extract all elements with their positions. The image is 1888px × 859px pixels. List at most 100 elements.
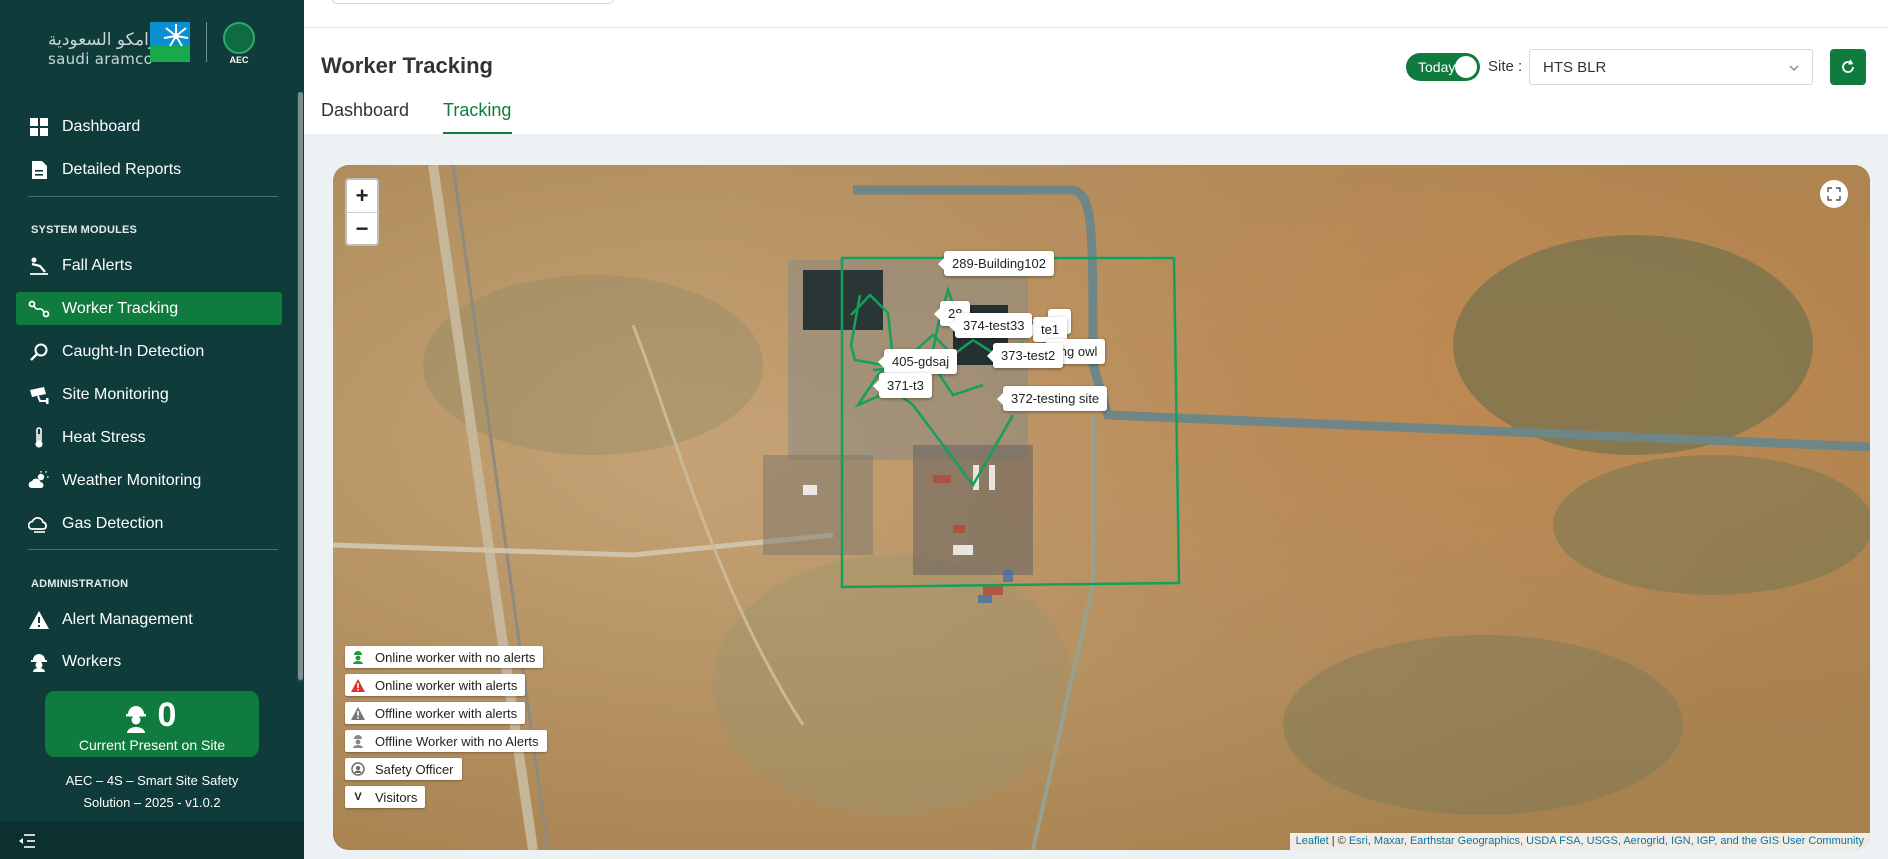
sidebar-item-label: Weather Monitoring: [62, 471, 202, 489]
sidebar-item-weather-monitoring[interactable]: Weather Monitoring: [16, 464, 282, 497]
sidebar-divider: [28, 196, 278, 197]
sidebar-item-label: Detailed Reports: [62, 160, 182, 178]
zoom-control: + −: [345, 178, 379, 246]
report-document-icon: [28, 159, 50, 181]
sidebar-item-label: Dashboard: [62, 117, 141, 135]
site-label-374-test33[interactable]: 374-test33: [948, 313, 1033, 338]
refresh-button[interactable]: [1830, 49, 1866, 85]
sidebar-item-worker-tracking[interactable]: Worker Tracking: [16, 292, 282, 325]
site-select-value: HTS BLR: [1543, 59, 1607, 76]
map-attribution: Leaflet | © Esri, Maxar, Earthstar Geogr…: [1289, 833, 1870, 850]
hardhat-worker-icon: [28, 651, 50, 673]
sidebar-item-label: Site Monitoring: [62, 385, 169, 403]
aramco-logo-icon: [150, 22, 190, 62]
sidebar-item-gas-detection[interactable]: Gas Detection: [16, 507, 282, 540]
site-label-289-building102[interactable]: 289-Building102: [938, 251, 1054, 276]
legend-label: Visitors: [375, 789, 418, 805]
safety-officer-icon: [351, 762, 365, 776]
sidebar-item-caught-in-detection[interactable]: Caught-In Detection: [16, 335, 282, 368]
fall-icon: [28, 255, 50, 277]
toggle-knob: [1455, 56, 1477, 78]
legend-label: Online worker with no alerts: [375, 649, 536, 665]
aec-logo-text: AEC: [229, 55, 249, 65]
page-header: Worker Tracking Dashboard Tracking Today…: [304, 28, 1888, 134]
sidebar-item-label: Workers: [62, 652, 122, 670]
fullscreen-button[interactable]: [1820, 180, 1848, 208]
top-search-input[interactable]: [332, 0, 614, 4]
satellite-imagery[interactable]: [333, 165, 1870, 850]
sidebar-divider: [28, 549, 278, 550]
aec-logo-icon: [223, 22, 255, 54]
zoom-in-button[interactable]: +: [347, 180, 377, 212]
sidebar-item-alert-management[interactable]: Alert Management: [16, 603, 282, 636]
tab-dashboard[interactable]: Dashboard: [321, 100, 409, 121]
tracking-map[interactable]: + − 289-Building102 28 a te1 ling owl 37…: [333, 165, 1870, 850]
grey-alert-icon: [351, 706, 365, 720]
esri-attribution-link[interactable]: Esri, Maxar, Earthstar Geographics, USDA…: [1349, 835, 1864, 847]
section-heading-administration: ADMINISTRATION: [31, 578, 129, 590]
dashboard-grid-icon: [28, 116, 50, 138]
page-title: Worker Tracking: [321, 53, 493, 78]
zoom-out-button[interactable]: −: [347, 213, 377, 245]
sidebar-item-label: Caught-In Detection: [62, 342, 205, 360]
today-toggle-label: Today: [1418, 59, 1456, 75]
today-toggle[interactable]: Today: [1406, 53, 1480, 81]
footer-line-1: AEC – 4S – Smart Site Safety: [65, 773, 239, 788]
chevron-down-icon: [1789, 65, 1799, 71]
fullscreen-icon: [1827, 187, 1841, 201]
sidebar-scrollbar-thumb[interactable]: [298, 92, 303, 680]
top-bar: [304, 0, 1888, 28]
cctv-camera-icon: [28, 384, 50, 406]
legend-online-with-alerts: Online worker with alerts: [345, 674, 526, 696]
logo-area: أرامكو السعودية saudi aramco AEC: [0, 0, 304, 92]
sidebar-item-label: Gas Detection: [62, 514, 164, 532]
legend-offline-with-alerts: Offline worker with alerts: [345, 702, 526, 724]
grey-worker-icon: [351, 734, 365, 748]
sidebar-item-label: Alert Management: [62, 610, 193, 628]
sidebar-item-workers[interactable]: Workers: [16, 645, 282, 678]
route-tracking-icon: [28, 298, 50, 320]
attribution-separator: | ©: [1328, 835, 1349, 847]
sidebar: أرامكو السعودية saudi aramco AEC Dashboa…: [0, 0, 304, 859]
site-label-372-testing-site[interactable]: 372-testing site: [996, 386, 1108, 411]
legend-safety-officer: Safety Officer: [345, 758, 462, 780]
sidebar-bottom-bar: [0, 822, 304, 859]
sidebar-item-dashboard[interactable]: Dashboard: [16, 110, 282, 143]
present-count: 0: [157, 696, 177, 734]
visitor-v-icon: V: [354, 791, 362, 803]
site-select[interactable]: HTS BLR: [1529, 49, 1813, 85]
warning-triangle-icon: [28, 609, 50, 631]
sidebar-item-fall-alerts[interactable]: Fall Alerts: [16, 249, 282, 282]
sidebar-item-detailed-reports[interactable]: Detailed Reports: [16, 153, 282, 186]
site-label-373-test2[interactable]: 373-test2: [986, 343, 1064, 368]
legend-visitors: V Visitors: [345, 786, 426, 808]
weather-sun-cloud-icon: [28, 470, 50, 492]
aramco-arabic-logo-text: أرامكو السعودية: [48, 30, 162, 50]
magnifier-icon: [28, 341, 50, 363]
tab-tracking[interactable]: Tracking: [443, 100, 511, 121]
logo-divider: [206, 22, 207, 62]
collapse-menu-icon[interactable]: [18, 832, 36, 850]
present-label: Current Present on Site: [78, 737, 226, 753]
sidebar-item-label: Fall Alerts: [62, 256, 133, 274]
red-alert-icon: [351, 678, 365, 692]
legend-label: Offline Worker with no Alerts: [375, 733, 539, 749]
legend-online-no-alerts: Online worker with no alerts: [345, 646, 544, 668]
leaflet-link[interactable]: Leaflet: [1296, 835, 1329, 847]
sidebar-item-site-monitoring[interactable]: Site Monitoring: [16, 378, 282, 411]
sidebar-item-label: Worker Tracking: [62, 299, 179, 317]
gas-cloud-icon: [28, 513, 50, 535]
sidebar-item-heat-stress[interactable]: Heat Stress: [16, 421, 282, 454]
section-heading-system-modules: SYSTEM MODULES: [31, 224, 138, 236]
footer-line-2: Solution – 2025 - v1.0.2: [83, 795, 221, 810]
site-label: Site :: [1488, 58, 1523, 75]
tab-active-underline: [443, 132, 512, 134]
site-label-405-gdsaj[interactable]: 405-gdsaj: [877, 349, 958, 374]
legend-offline-no-alerts: Offline Worker with no Alerts: [345, 730, 547, 752]
green-worker-icon: [351, 650, 365, 664]
site-label-371-t3[interactable]: 371-t3: [873, 373, 932, 398]
present-on-site-card: 0 Current Present on Site: [45, 691, 259, 757]
sidebar-item-label: Heat Stress: [62, 428, 146, 446]
legend-label: Safety Officer: [375, 761, 454, 777]
refresh-icon: [1842, 59, 1854, 73]
